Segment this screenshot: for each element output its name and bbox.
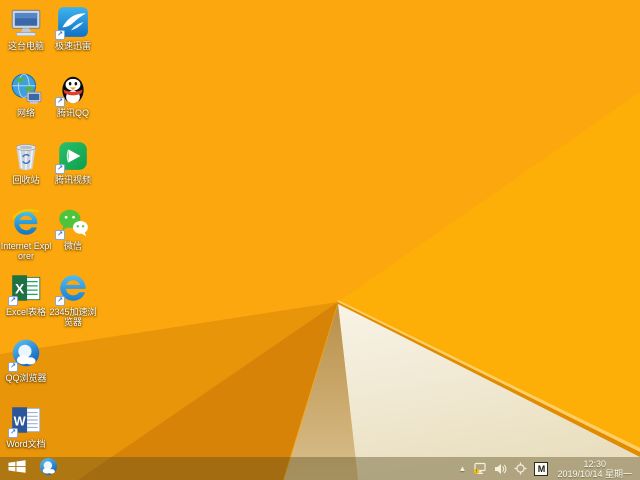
icon-label: 微信 — [63, 241, 82, 251]
desktop[interactable]: 这台电脑 ↗ 极速迅雷 网络 ↗ 腾讯QQ 回收站 ↗ 腾讯视频 Interne… — [0, 0, 640, 480]
show-hidden-icons-button[interactable]: ▲ — [458, 463, 467, 473]
svg-text:W: W — [14, 413, 27, 428]
crosshair-tray-icon[interactable] — [514, 462, 527, 475]
clock[interactable]: 12:30 2019/10/14 星期一 — [555, 459, 634, 479]
icon-label: 回收站 — [12, 175, 40, 185]
desktop-icon-internet-explorer[interactable]: Internet Explorer — [0, 205, 52, 261]
ime-indicator[interactable]: M — [534, 461, 549, 476]
icon-label: 这台电脑 — [7, 41, 44, 51]
desktop-icon-2345-browser[interactable]: ↗ 2345加速浏览器 — [47, 271, 99, 327]
start-button[interactable] — [8, 457, 26, 480]
icon-label: 极速迅雷 — [54, 41, 91, 51]
desktop-icon-excel[interactable]: X ↗ Excel表格 — [0, 271, 52, 317]
svg-text:X: X — [15, 280, 25, 296]
icon-label: Excel表格 — [5, 307, 46, 317]
system-tray: ▲ ! M 12:30 2019/10/14 星期一 — [459, 459, 640, 479]
shortcut-arrow-icon: ↗ — [55, 97, 65, 107]
taskbar-qq-browser-button[interactable] — [38, 457, 59, 480]
shortcut-arrow-icon: ↗ — [55, 30, 65, 40]
windows-logo-icon — [8, 459, 26, 478]
qq-browser-taskbar-icon — [38, 456, 59, 480]
desktop-icon-word[interactable]: W ↗ Word文档 — [0, 403, 52, 449]
desktop-icon-recycle-bin[interactable]: 回收站 — [0, 139, 52, 185]
desktop-icon-network[interactable]: 网络 — [0, 72, 52, 118]
shortcut-arrow-icon: ↗ — [55, 296, 65, 306]
clock-time: 12:30 — [583, 458, 606, 469]
icon-label: QQ浏览器 — [5, 373, 47, 383]
network-icon — [9, 72, 43, 106]
shortcut-arrow-icon: ↗ — [55, 164, 65, 174]
chevron-up-icon: ▲ — [458, 463, 467, 473]
desktop-icon-this-pc[interactable]: 这台电脑 — [0, 5, 52, 51]
shortcut-arrow-icon: ↗ — [8, 428, 18, 438]
clock-date: 2019/10/14 星期一 — [557, 468, 632, 479]
icon-label: 腾讯QQ — [56, 108, 89, 118]
icon-label: 2345加速浏览器 — [49, 307, 97, 327]
icon-label: Word文档 — [6, 439, 46, 449]
icon-label: 腾讯视频 — [54, 175, 91, 185]
shortcut-arrow-icon: ↗ — [55, 230, 65, 240]
recycle-bin-icon — [9, 139, 43, 173]
internet-explorer-icon — [9, 205, 43, 239]
desktop-icon-tencent-qq[interactable]: ↗ 腾讯QQ — [47, 72, 99, 118]
icon-label: Internet Explorer — [0, 241, 52, 261]
desktop-icon-xunlei[interactable]: ↗ 极速迅雷 — [47, 5, 99, 51]
shortcut-arrow-icon: ↗ — [8, 362, 18, 372]
desktop-icon-wechat[interactable]: ↗ 微信 — [47, 205, 99, 251]
desktop-icon-tencent-video[interactable]: ↗ 腾讯视频 — [47, 139, 99, 185]
shortcut-arrow-icon: ↗ — [8, 296, 18, 306]
this-pc-icon — [9, 5, 43, 39]
svg-text:!: ! — [476, 469, 478, 475]
desktop-icon-qq-browser[interactable]: ↗ QQ浏览器 — [0, 337, 52, 383]
taskbar: ▲ ! M 12:30 2019/10/14 星期一 — [0, 457, 640, 480]
volume-icon[interactable] — [494, 463, 507, 475]
network-status-icon[interactable]: ! — [473, 462, 487, 475]
icon-label: 网络 — [16, 108, 35, 118]
